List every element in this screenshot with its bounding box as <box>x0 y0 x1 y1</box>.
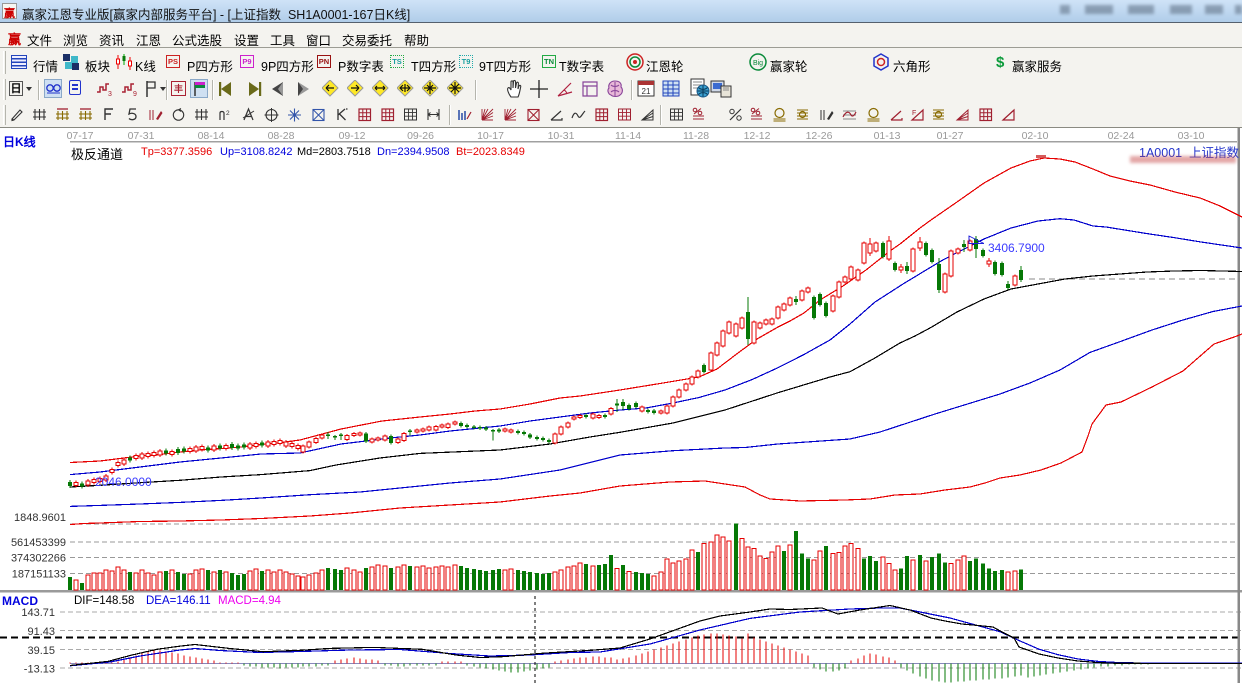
svg-text:10-17: 10-17 <box>477 130 504 142</box>
svg-text:01-13: 01-13 <box>874 130 901 142</box>
svg-text:1848.9601: 1848.9601 <box>14 512 66 524</box>
svg-text:39.15: 39.15 <box>27 645 55 657</box>
svg-text:07-17: 07-17 <box>67 130 94 142</box>
svg-text:08-28: 08-28 <box>268 130 295 142</box>
svg-text:02-10: 02-10 <box>1022 130 1049 142</box>
svg-text:12-12: 12-12 <box>744 130 771 142</box>
svg-text:91.43: 91.43 <box>27 626 55 638</box>
svg-text:10-31: 10-31 <box>548 130 575 142</box>
svg-text:2046.0000: 2046.0000 <box>95 475 152 489</box>
svg-text:11-14: 11-14 <box>615 130 641 142</box>
svg-text:3406.7900: 3406.7900 <box>988 241 1045 255</box>
svg-text:374302266: 374302266 <box>11 553 66 565</box>
svg-text:12-26: 12-26 <box>806 130 833 142</box>
svg-text:-13.13: -13.13 <box>24 664 55 676</box>
svg-text:11-28: 11-28 <box>683 130 709 142</box>
svg-text:143.71: 143.71 <box>21 607 55 619</box>
svg-text:09-12: 09-12 <box>339 130 366 142</box>
svg-text:187151133: 187151133 <box>12 568 66 580</box>
svg-text:09-26: 09-26 <box>407 130 434 142</box>
svg-text:07-31: 07-31 <box>128 130 155 142</box>
svg-text:02-24: 02-24 <box>1108 130 1135 142</box>
svg-text:08-14: 08-14 <box>198 130 225 142</box>
svg-text:01-27: 01-27 <box>937 130 964 142</box>
svg-text:561453399: 561453399 <box>11 537 66 549</box>
svg-text:03-10: 03-10 <box>1178 130 1205 142</box>
